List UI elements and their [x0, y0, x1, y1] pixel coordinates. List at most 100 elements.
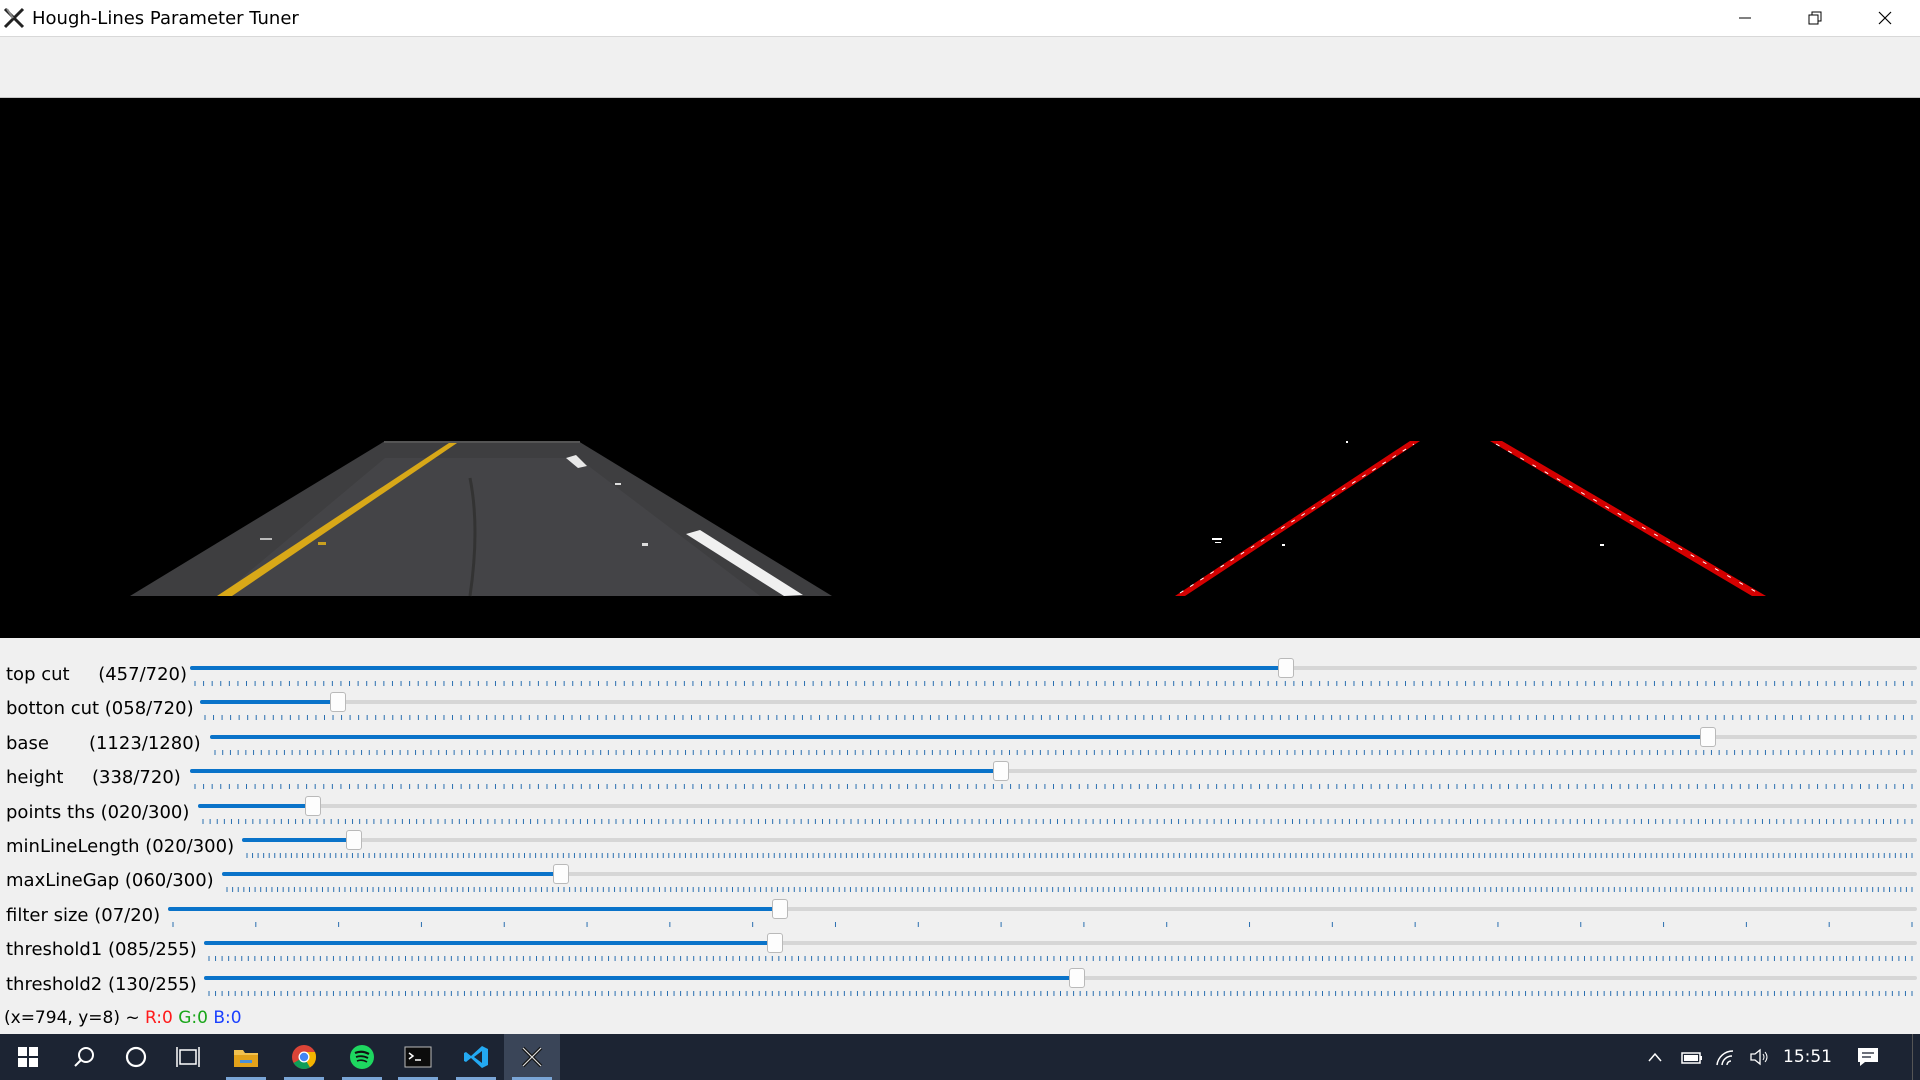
- slider-fill: [198, 803, 313, 808]
- slider-fill: [242, 838, 354, 842]
- slider-track[interactable]: [204, 967, 1917, 988]
- slider-label: threshold1 (085/255): [6, 939, 197, 961]
- vscode-icon: [464, 1046, 488, 1068]
- slider-handle[interactable]: [772, 898, 789, 919]
- slider-handle[interactable]: [330, 692, 347, 713]
- slider-track[interactable]: [242, 830, 1917, 850]
- slider-fill: [190, 666, 1287, 670]
- action-center-button[interactable]: [1848, 1034, 1888, 1080]
- slider-handle[interactable]: [1069, 967, 1086, 988]
- slider-label: maxLineGap (060/300): [6, 870, 214, 892]
- slider-track[interactable]: [190, 761, 1917, 782]
- toolbar-area: [0, 36, 1920, 98]
- taskbar-terminal[interactable]: [390, 1034, 446, 1080]
- task-view-button[interactable]: [160, 1034, 216, 1080]
- volume-icon: [1750, 1048, 1768, 1066]
- chrome-icon: [292, 1045, 317, 1070]
- restore-button[interactable]: [1780, 0, 1850, 36]
- slider-fill: [204, 975, 1078, 980]
- search-icon: [74, 1047, 94, 1067]
- cursor-coords: (x=794, y=8) ~: [4, 1008, 140, 1028]
- network-tray[interactable]: [1710, 1034, 1742, 1080]
- slider-fill: [200, 700, 339, 705]
- slider-track[interactable]: [204, 933, 1917, 954]
- notification-icon: [1858, 1048, 1878, 1066]
- slider-label: filter size (07/20): [6, 904, 161, 926]
- xming-app-icon: [2, 6, 26, 30]
- slider-row: minLineLength (020/300): [0, 824, 1920, 858]
- chevron-up-icon: [1648, 1052, 1662, 1062]
- search-button[interactable]: [56, 1034, 112, 1080]
- slider-handle[interactable]: [304, 795, 321, 816]
- taskbar-spotify[interactable]: [334, 1034, 390, 1080]
- taskbar-file-explorer[interactable]: [218, 1034, 274, 1080]
- slider-fill: [204, 941, 775, 946]
- minimize-icon: [1739, 17, 1751, 19]
- slider-handle[interactable]: [345, 830, 362, 850]
- slider-label: base (1123/1280): [6, 732, 201, 754]
- slider-row: botton cut (058/720): [0, 686, 1920, 721]
- slider-fill: [210, 734, 1708, 739]
- image-canvas[interactable]: [0, 98, 1920, 638]
- slider-row: maxLineGap (060/300): [0, 858, 1920, 893]
- slider-handle[interactable]: [1699, 726, 1716, 747]
- windows-start-icon: [18, 1047, 38, 1067]
- slider-row: filter size (07/20): [0, 893, 1920, 927]
- title-bar: Hough-Lines Parameter Tuner: [0, 0, 1920, 36]
- pixel-g-value: G:0: [178, 1008, 208, 1028]
- slider-fill: [222, 872, 561, 877]
- slider-row: points ths (020/300): [0, 790, 1920, 824]
- pixel-r-value: R:0: [145, 1008, 173, 1028]
- slider-track[interactable]: [200, 692, 1917, 713]
- slider-row: base (1123/1280): [0, 721, 1920, 755]
- hough-lines-image: [1175, 441, 1766, 596]
- slider-label: botton cut (058/720): [6, 698, 194, 720]
- slider-fill: [190, 769, 1001, 774]
- restore-icon: [1808, 11, 1822, 25]
- road-roi-image: [130, 441, 832, 597]
- slider-track[interactable]: [198, 795, 1917, 816]
- slider-row: height (338/720): [0, 755, 1920, 790]
- terminal-icon: [404, 1046, 432, 1068]
- wifi-icon: [1716, 1050, 1734, 1066]
- xming-icon: [521, 1046, 543, 1068]
- slider-row: threshold2 (130/255): [0, 962, 1920, 996]
- battery-icon: [1681, 1052, 1702, 1064]
- slider-label: minLineLength (020/300): [6, 836, 235, 857]
- tray-overflow-button[interactable]: [1640, 1034, 1670, 1080]
- slider-track[interactable]: [210, 726, 1917, 747]
- slider-row: threshold1 (085/255): [0, 927, 1920, 962]
- slider-label: height (338/720): [6, 767, 181, 789]
- slider-handle[interactable]: [992, 761, 1009, 782]
- slider-label: top cut (457/720): [6, 664, 188, 685]
- taskbar-vscode[interactable]: [448, 1034, 504, 1080]
- spotify-icon: [350, 1045, 374, 1069]
- cortana-icon: [125, 1046, 147, 1068]
- start-button[interactable]: [0, 1034, 56, 1080]
- file-explorer-icon: [234, 1050, 258, 1067]
- slider-fill: [168, 906, 781, 911]
- battery-tray[interactable]: [1676, 1034, 1708, 1080]
- slider-label: threshold2 (130/255): [6, 973, 197, 995]
- pixel-b-value: B:0: [213, 1008, 242, 1028]
- slider-handle[interactable]: [1278, 658, 1295, 678]
- slider-track[interactable]: [168, 898, 1917, 919]
- slider-label: points ths (020/300): [6, 801, 190, 823]
- window-title: Hough-Lines Parameter Tuner: [32, 7, 299, 29]
- show-desktop-button[interactable]: [1912, 1034, 1920, 1080]
- task-view-icon: [176, 1047, 200, 1067]
- status-bar: (x=794, y=8) ~ R:0 G:0 B:0: [4, 1008, 242, 1028]
- volume-tray[interactable]: [1744, 1034, 1776, 1080]
- cortana-button[interactable]: [108, 1034, 164, 1080]
- minimize-button[interactable]: [1710, 0, 1780, 36]
- slider-track[interactable]: [190, 658, 1917, 678]
- taskbar-xming[interactable]: [504, 1034, 560, 1080]
- clock[interactable]: 15:51: [1783, 1047, 1832, 1067]
- slider-handle[interactable]: [766, 933, 783, 954]
- close-icon: [1878, 11, 1892, 25]
- close-button[interactable]: [1850, 0, 1920, 36]
- slider-track[interactable]: [222, 864, 1917, 885]
- slider-handle[interactable]: [553, 864, 569, 885]
- image-view: [130, 441, 1766, 597]
- taskbar-chrome[interactable]: [276, 1034, 332, 1080]
